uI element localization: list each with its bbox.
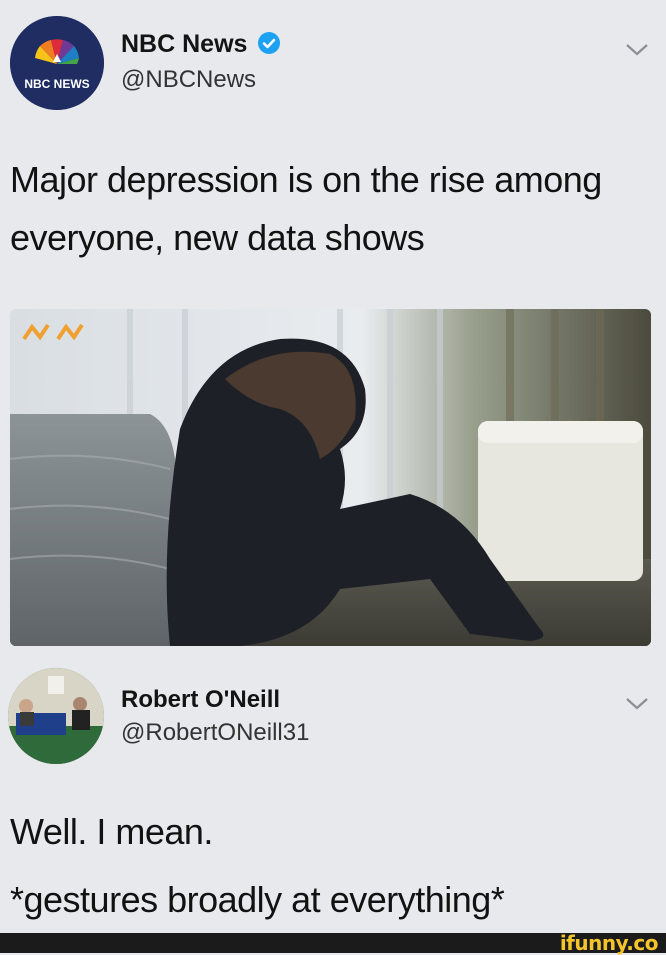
nbc-peacock-icon: NBC NEWS xyxy=(10,16,104,110)
tweet-nbc: NBC NEWS NBC News @NBCNews Major depress… xyxy=(0,0,666,660)
reply-tweet-line-2: *gestures broadly at everything* xyxy=(10,879,505,920)
nbc-handle[interactable]: @NBCNews xyxy=(121,66,256,94)
reply-tweet-line-1: Well. I mean. xyxy=(10,811,213,852)
robert-avatar-photo xyxy=(8,668,104,764)
nbc-tweet-line-2: everyone, new data shows xyxy=(10,217,425,258)
nbc-tweet-text: Major depression is on the rise among ev… xyxy=(10,151,602,267)
nbc-tweet-line-1: Major depression is on the rise among xyxy=(10,159,602,200)
robert-display-name[interactable]: Robert O'Neill xyxy=(121,686,280,714)
chevron-down-icon[interactable] xyxy=(624,42,650,58)
watermark-bar: ifunny.co xyxy=(0,931,666,955)
nbc-display-name[interactable]: NBC News xyxy=(121,30,281,59)
tweet-reply: Robert O'Neill @RobertONeill31 Well. I m… xyxy=(0,660,666,933)
robert-handle[interactable]: @RobertONeill31 xyxy=(121,719,309,747)
chevron-down-icon[interactable] xyxy=(624,696,650,712)
tweet-photo[interactable] xyxy=(10,309,651,646)
ifunny-watermark: ifunny.co xyxy=(559,931,659,955)
nbc-avatar[interactable]: NBC NEWS xyxy=(10,16,104,110)
svg-text:NBC NEWS: NBC NEWS xyxy=(24,77,89,91)
robert-avatar[interactable] xyxy=(8,668,104,764)
reply-tweet-text: Well. I mean. *gestures broadly at every… xyxy=(10,798,505,934)
nbc-display-name-text: NBC News xyxy=(121,30,248,58)
sad-person-photo xyxy=(10,309,651,646)
verified-badge-icon xyxy=(258,32,281,54)
